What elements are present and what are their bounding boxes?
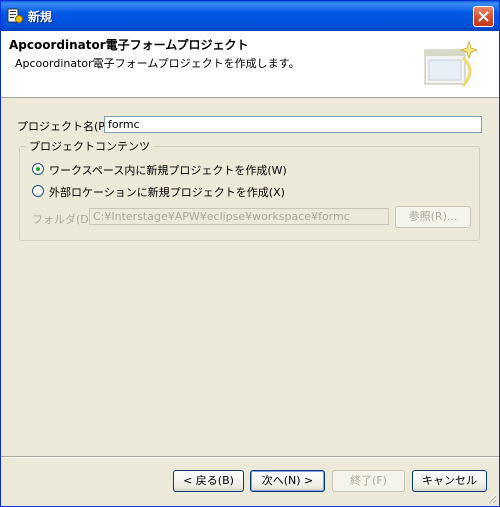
radio-workspace[interactable] xyxy=(32,163,44,175)
radio-external-location[interactable] xyxy=(32,185,44,197)
wizard-title: Apcoordinator電子フォームプロジェクト xyxy=(9,38,249,52)
wizard-description: Apcoordinator電子フォームプロジェクトを作成します。 xyxy=(15,57,300,70)
window-title: 新規 xyxy=(28,10,53,24)
close-icon xyxy=(478,11,489,22)
title-bar[interactable]: 新規 xyxy=(1,1,499,31)
radio-external-location-label[interactable]: 外部ロケーションに新規プロジェクトを作成(X) xyxy=(49,184,285,200)
back-button[interactable]: < 戻る(B) xyxy=(173,470,244,492)
browse-button[interactable]: 参照(R)... xyxy=(395,206,471,228)
new-project-wizard-icon xyxy=(424,40,479,87)
project-name-label: プロジェクト名(P): xyxy=(17,120,113,133)
next-button[interactable]: 次へ(N) > xyxy=(250,470,325,492)
radio-selected-dot xyxy=(36,167,40,171)
wizard-header: Apcoordinator電子フォームプロジェクト Apcoordinator電… xyxy=(1,31,499,98)
folder-label: フォルダ(D): xyxy=(32,213,97,226)
folder-path-input[interactable]: C:¥Interstage¥APW¥eclipse¥workspace¥form… xyxy=(89,208,389,225)
app-icon xyxy=(7,8,23,23)
project-name-input[interactable]: formc xyxy=(104,116,482,133)
close-button[interactable] xyxy=(473,6,494,27)
project-contents-group-title: プロジェクトコンテンツ xyxy=(26,138,153,154)
radio-workspace-label[interactable]: ワークスペース内に新規プロジェクトを作成(W) xyxy=(49,162,287,178)
finish-button[interactable]: 終了(F) xyxy=(332,470,405,492)
resize-grip-icon[interactable] xyxy=(485,492,497,504)
cancel-button[interactable]: キャンセル xyxy=(412,470,487,492)
new-project-dialog: 新規 Apcoordinator電子フォームプロジェクト Apcoordinat… xyxy=(0,0,500,507)
footer-separator xyxy=(1,456,499,458)
